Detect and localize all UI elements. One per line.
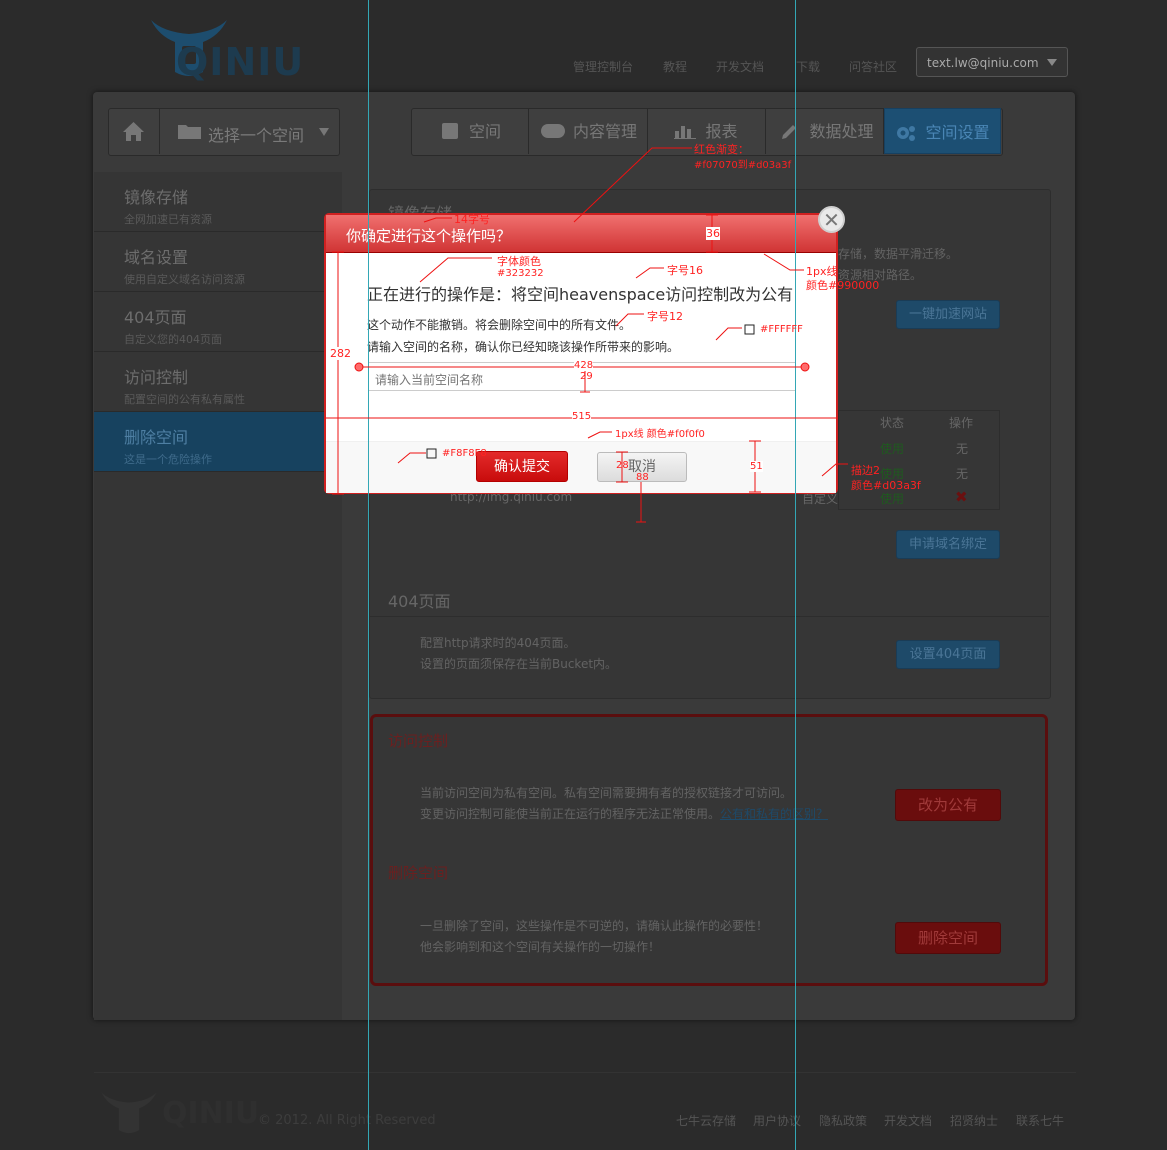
annotation: 红色渐变：: [694, 143, 749, 156]
annotation: 14字号: [454, 213, 490, 226]
annotation: 28: [616, 460, 629, 471]
annotation: #f07070到#d03a3f: [694, 160, 792, 171]
annotation: 1px线 颜色#f0f0f0: [615, 429, 705, 440]
annotation: 29: [580, 371, 593, 382]
annotation: 字号16: [667, 264, 703, 277]
annotation-lines: [324, 147, 848, 523]
annotation: 颜色#990000: [806, 279, 880, 292]
annotation: 颜色#d03a3f: [851, 479, 921, 492]
annotation: 428: [574, 360, 594, 371]
annotation: #323232: [497, 268, 544, 279]
annotation: #F8F8F8: [442, 448, 487, 459]
annotation: 515: [572, 411, 592, 422]
annotation: 282: [330, 347, 351, 360]
annotation: 36: [706, 227, 720, 240]
annotation: 51: [750, 461, 763, 472]
annotation: 字体颜色: [497, 255, 541, 268]
annotation: #FFFFFF: [760, 324, 803, 335]
annotation: 描边2: [851, 464, 880, 477]
annotation: 88: [636, 472, 649, 483]
annotation: 字号12: [647, 310, 683, 323]
